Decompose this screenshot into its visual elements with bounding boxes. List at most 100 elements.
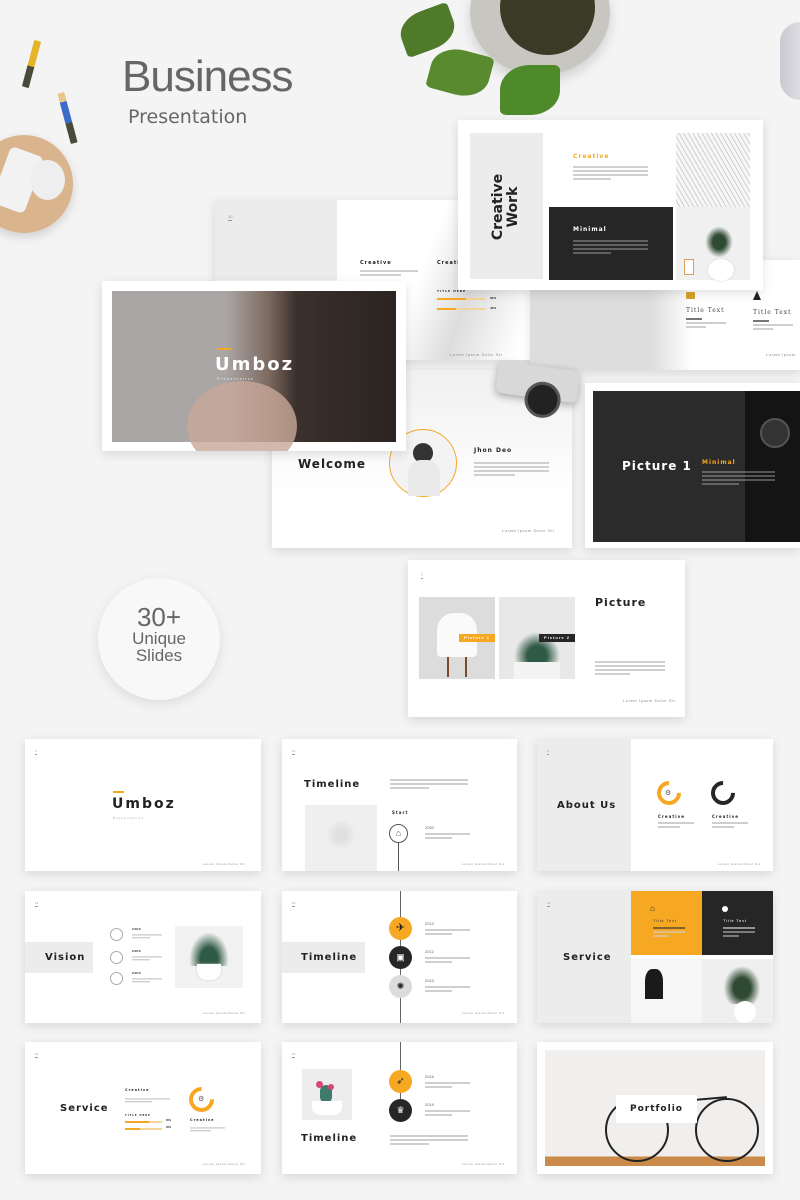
about-item-1: Creative bbox=[658, 814, 685, 819]
plant-image bbox=[175, 926, 243, 988]
pencil-yellow-decoration bbox=[21, 39, 42, 89]
slide-title: Timeline bbox=[301, 1133, 358, 1144]
slide-title: Timeline bbox=[301, 952, 358, 963]
skill-bar-fill bbox=[437, 298, 466, 300]
page-title: Business bbox=[122, 52, 294, 101]
creative-work-title: Creative Work bbox=[490, 173, 521, 241]
plant-image bbox=[702, 959, 773, 1023]
accent-bar bbox=[113, 791, 124, 793]
stat-icon bbox=[110, 928, 123, 941]
grid-slide-timeline-cactus[interactable]: 16 Timeline ➶ ♛ 2016 2019 Lorem Ipsum Do… bbox=[282, 1042, 517, 1174]
skill-heading-2: Creati bbox=[437, 260, 461, 266]
slide-footer-partial: Lorem Ipsum bbox=[766, 352, 796, 357]
skill-bar-label: 60% bbox=[490, 296, 497, 300]
timeline-year: 2012 bbox=[425, 921, 434, 926]
page-number: 7 bbox=[421, 572, 424, 579]
architecture-image bbox=[676, 133, 750, 207]
grid-slide-service-cards[interactable]: 13 Service ⌂ Title Text Title Text bbox=[537, 891, 773, 1023]
card-title: Title Text bbox=[653, 918, 677, 923]
grid-slide-timeline-years[interactable]: 15 Timeline ✈ ▣ ✺ 2012 2012 2013 Lorem I… bbox=[282, 891, 517, 1023]
skill-bar-label: 40% bbox=[166, 1126, 172, 1129]
slide-title: Service bbox=[60, 1103, 109, 1114]
wifi-icon bbox=[110, 951, 123, 964]
slide-footer: Lorem Ipsum Dolor Sit bbox=[623, 698, 676, 703]
trophy-icon: ♛ bbox=[389, 1099, 412, 1122]
picture-title: Picture bbox=[595, 596, 647, 609]
slide-footer: Lorem Ipsum Dolor Sit bbox=[203, 862, 246, 866]
mouse-decoration bbox=[780, 22, 800, 100]
page-number: 14 bbox=[292, 749, 296, 755]
skill-bar-fill bbox=[125, 1121, 150, 1123]
slide-footer: Lorem Ipsum Dolor Sit bbox=[502, 528, 555, 533]
skill-heading-1: Creative bbox=[360, 260, 392, 266]
title-text-2: Title Text bbox=[753, 309, 792, 316]
timeline-year: 2012 bbox=[425, 949, 434, 954]
start-label: Start bbox=[392, 810, 409, 815]
accent-bar bbox=[217, 348, 232, 350]
grid-slide-umboz[interactable]: 1 Umboz Presentation Lorem Ipsum Dolor S… bbox=[25, 739, 261, 871]
stat-value: 2.00 K bbox=[132, 971, 141, 975]
badge-count: 30+ bbox=[136, 602, 182, 632]
timeline-year: 2013 bbox=[425, 978, 434, 983]
about-item-2: Creative bbox=[712, 814, 739, 819]
page-number: 1 bbox=[35, 749, 37, 755]
page-number: 15 bbox=[292, 901, 296, 907]
picture-1-title: Picture 1 bbox=[622, 459, 692, 473]
slide-footer: Lorem Ipsum Dolor Sit bbox=[462, 1162, 505, 1166]
briefcase-icon: ▣ bbox=[389, 946, 412, 969]
skill-bar-label: 60% bbox=[166, 1119, 172, 1122]
slide-picture-1: Picture 1 Minimal bbox=[585, 383, 800, 548]
creative-ring-dark bbox=[706, 776, 740, 810]
grid-slide-about-us[interactable]: 8 About Us ⚙ Creative Creative Lorem Ips… bbox=[537, 739, 773, 871]
slide-footer: Lorem Ipsum Dolor Sit bbox=[718, 862, 761, 866]
slide-footer: Lorem Ipsum Dolor Sit bbox=[203, 1162, 246, 1166]
slide-title: Umboz bbox=[112, 796, 176, 812]
feather-image bbox=[305, 805, 377, 871]
creative-heading: Creative bbox=[573, 153, 610, 160]
ring-label: Creative bbox=[190, 1118, 215, 1122]
slide-picture: 7 Picture 1 Picture 2 Picture Lorem Ipsu… bbox=[408, 560, 685, 717]
grid-slide-service-skills[interactable]: 12 Service Creative TITLE HERE 60% 40% ⚙… bbox=[25, 1042, 261, 1174]
slide-creative-work: Creative Work Creative Minimal bbox=[458, 120, 763, 290]
unique-slides-badge: 30+ Unique Slides bbox=[98, 578, 220, 700]
flask-icon bbox=[753, 291, 761, 300]
slide-title[interactable]: Portfolio bbox=[616, 1095, 697, 1123]
hero-subtitle: Presentation bbox=[217, 377, 255, 381]
grid-slide-portfolio[interactable]: Portfolio bbox=[537, 1042, 773, 1174]
badge-line-2: Slides bbox=[135, 646, 183, 665]
slide-footer: Lorem Ipsum Dolor Sit bbox=[450, 352, 503, 357]
rocket-icon: ➶ bbox=[389, 1070, 412, 1093]
slide-title: Service bbox=[563, 952, 612, 963]
slide-title: Timeline bbox=[304, 779, 361, 790]
page-number: 12 bbox=[35, 1052, 39, 1058]
skill-bar bbox=[437, 308, 485, 310]
lightbulb-icon: ✺ bbox=[389, 975, 412, 998]
picture-tag-2: Picture 2 bbox=[539, 634, 575, 642]
title-here-label: TITLE HERE bbox=[125, 1114, 151, 1117]
grid-slide-timeline-start[interactable]: 14 Timeline Start ⌂ 2000 Lorem Ipsum Dol… bbox=[282, 739, 517, 871]
slide-footer: Lorem Ipsum Dolor Sit bbox=[462, 1011, 505, 1015]
page-subtitle: Presentation bbox=[128, 106, 248, 128]
gear-icon: ⚙ bbox=[198, 1096, 205, 1103]
stat-value: 2.00 K bbox=[132, 927, 141, 931]
minimal-heading: Minimal bbox=[573, 226, 607, 233]
eraser-bowl-decoration bbox=[0, 135, 73, 233]
timeline-year: 2019 bbox=[425, 1102, 434, 1107]
airplane-icon: ✈ bbox=[389, 917, 412, 940]
slide-hero-umboz: Umboz Presentation bbox=[102, 281, 406, 451]
page-number: 11 bbox=[35, 901, 39, 907]
card-title: Title Text bbox=[723, 918, 747, 923]
skill-bar-fill bbox=[437, 308, 457, 310]
skill-bar bbox=[125, 1121, 162, 1123]
cactus-image bbox=[302, 1069, 352, 1120]
pencil-blue-decoration bbox=[57, 91, 78, 145]
skill-bar-label: 40% bbox=[490, 306, 497, 310]
title-text-1: Title Text bbox=[686, 307, 725, 314]
badge-line-1: Unique bbox=[132, 629, 186, 648]
profile-name: Jhon Deo bbox=[474, 447, 513, 454]
plant-decoration bbox=[380, 0, 610, 118]
grid-slide-vision[interactable]: 11 Vision 2.00 K 2.00 K 2.00 K Lorem Ips… bbox=[25, 891, 261, 1023]
page-number: 16 bbox=[292, 1052, 296, 1058]
pie-icon bbox=[722, 906, 728, 912]
slide-footer: Lorem Ipsum Dolor Sit bbox=[203, 1011, 246, 1015]
